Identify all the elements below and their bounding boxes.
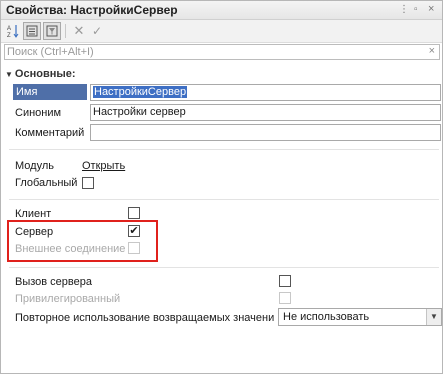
server-call-label: Вызов сервера (15, 276, 92, 288)
reuse-selected-value: Не использовать (283, 311, 370, 323)
global-checkbox[interactable] (82, 177, 94, 189)
section-header[interactable]: ▼ Основные: (5, 68, 76, 80)
reuse-label: Повторное использование возвращаемых зна… (15, 312, 275, 324)
search-box: × (4, 44, 440, 60)
comment-label: Комментарий (15, 127, 85, 139)
global-label: Глобальный (15, 177, 78, 189)
section-title: Основные: (14, 68, 76, 80)
filter-icon[interactable] (43, 22, 61, 40)
toolbar-separator (65, 24, 66, 38)
privileged-checkbox (279, 292, 291, 304)
divider (9, 199, 439, 200)
server-call-checkbox[interactable] (279, 275, 291, 287)
comment-field[interactable] (90, 124, 441, 141)
search-input[interactable] (7, 45, 417, 59)
client-checkbox[interactable] (128, 207, 140, 219)
chevron-down-icon[interactable]: ▼ (426, 309, 441, 325)
module-open-link[interactable]: Открыть (82, 160, 125, 172)
highlight-box (7, 220, 158, 262)
privileged-label: Привилегированный (15, 293, 121, 305)
menu-dots-icon[interactable]: ⋮ (399, 4, 409, 15)
properties-window: Свойства: НастройкиСервер ⋮ ▫ × A Z ✕ ✓ … (0, 0, 443, 374)
synonym-field[interactable]: Настройки сервер (90, 104, 441, 121)
window-title: Свойства: НастройкиСервер (6, 3, 178, 17)
close-icon[interactable]: × (428, 3, 434, 15)
module-label: Модуль (15, 160, 54, 172)
reuse-select[interactable]: Не использовать ▼ (278, 308, 442, 326)
collapse-triangle-icon[interactable]: ▼ (5, 70, 13, 79)
divider (9, 149, 439, 150)
svg-text:A: A (7, 26, 11, 32)
name-label: Имя (13, 84, 87, 100)
toolbar: A Z ✕ ✓ (1, 20, 442, 43)
categories-icon[interactable] (23, 22, 41, 40)
apply-icon[interactable]: ✓ (88, 22, 106, 40)
sort-az-icon[interactable]: A Z (4, 22, 22, 40)
title-bar: Свойства: НастройкиСервер ⋮ ▫ × (1, 1, 442, 20)
client-label: Клиент (15, 208, 52, 220)
search-clear-icon[interactable]: × (429, 45, 435, 57)
synonym-value: Настройки сервер (93, 106, 186, 118)
pin-icon[interactable]: ▫ (414, 4, 418, 15)
divider (9, 267, 439, 268)
name-value: НастройкиСервер (93, 86, 188, 98)
name-field[interactable]: НастройкиСервер (90, 84, 441, 101)
clear-icon[interactable]: ✕ (70, 22, 88, 40)
synonym-label: Синоним (15, 107, 62, 119)
svg-text:Z: Z (7, 33, 11, 38)
